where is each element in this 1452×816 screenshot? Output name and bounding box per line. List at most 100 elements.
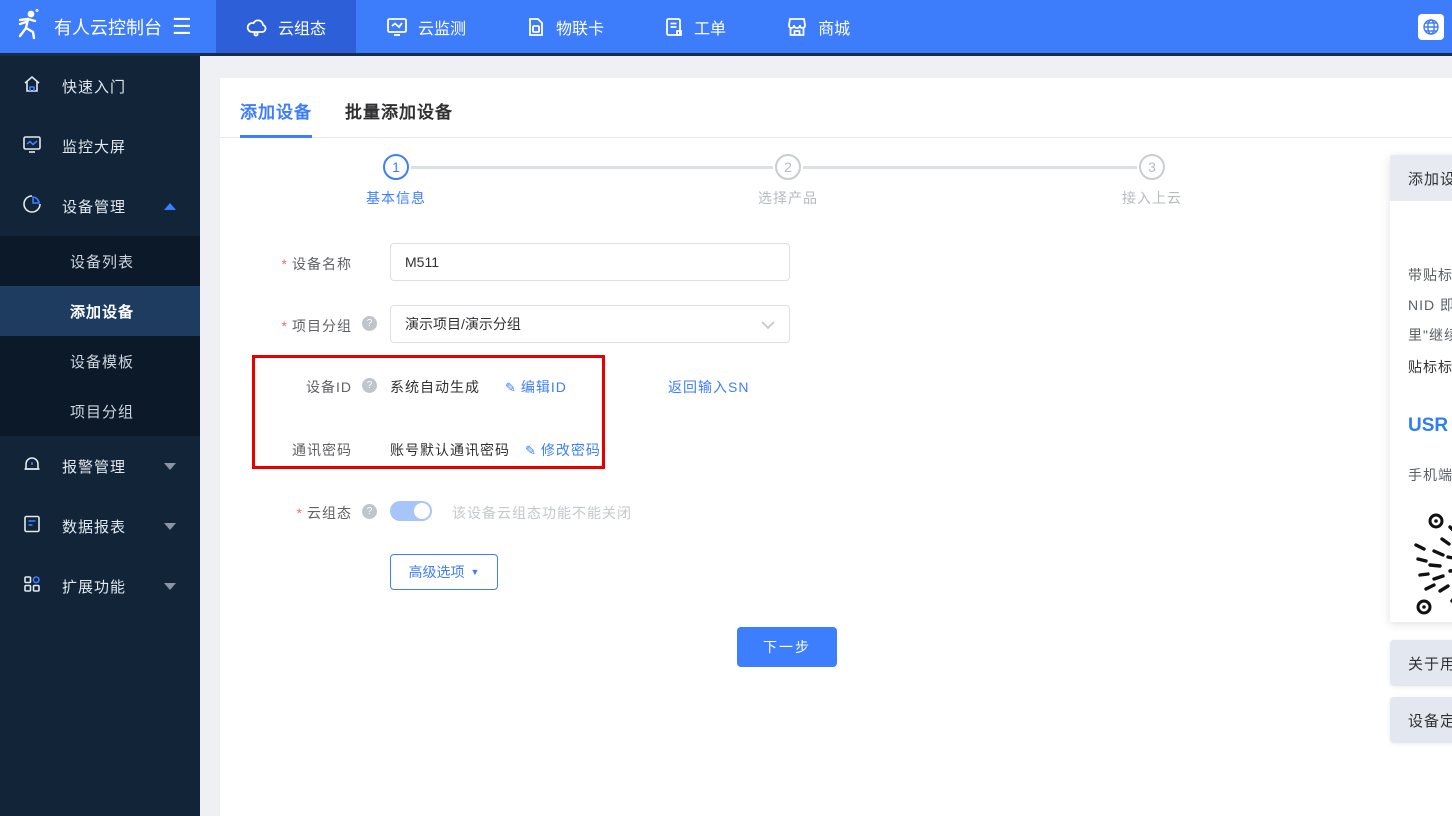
nav-tab-label: 工单: [694, 15, 726, 39]
cloud-config-label: *云组态: [220, 503, 352, 523]
nav-tab-work-order[interactable]: 工单: [634, 0, 756, 53]
usr-cloud-console: { "topnav": { "brand": "有人云控制台", "tabs":…: [0, 0, 1452, 816]
sidebar-subitem-label: 设备模板: [70, 351, 134, 372]
help-panel: 添加设备 带贴标的 NID 即可 里"继续 贴标标识 USR C 手机端扫: [1390, 155, 1452, 622]
sidebar: 快速入门 监控大屏 设备管理 设备列表 添加设备 设备模板: [0, 56, 200, 816]
required-mark: *: [282, 318, 288, 334]
step-connector: [411, 166, 773, 169]
sidebar-subitem-label: 添加设备: [70, 301, 134, 322]
sidebar-item-alarm-management[interactable]: 报警管理: [0, 436, 200, 496]
home-icon: [22, 74, 42, 98]
cloud-config-hint: 该设备云组态功能不能关闭: [452, 503, 632, 523]
add-device-page: 添加设备 批量添加设备 1 2 3 基本信息 选择产品 接入上云 *设备名称 *…: [220, 78, 1452, 816]
sidebar-item-label: 设备管理: [62, 196, 126, 217]
sidebar-subitem-device-template[interactable]: 设备模板: [0, 336, 200, 386]
device-management-submenu: 设备列表 添加设备 设备模板 项目分组: [0, 236, 200, 436]
chevron-up-icon: [164, 203, 176, 210]
change-password-link[interactable]: ✎修改密码: [525, 440, 601, 460]
language-globe-icon[interactable]: [1418, 14, 1444, 40]
active-tab-underline: [240, 135, 312, 138]
sidebar-subitem-project-group[interactable]: 项目分组: [0, 386, 200, 436]
top-nav-tabs: 云组态 云监测 物联卡: [216, 0, 880, 53]
tab-batch-add-device[interactable]: 批量添加设备: [345, 98, 453, 123]
advanced-options-button[interactable]: 高级选项 ▼: [390, 554, 498, 590]
step-2-circle: 2: [775, 154, 801, 180]
sidebar-item-label: 扩展功能: [62, 576, 126, 597]
nav-tab-label: 云监测: [418, 15, 466, 39]
qr-code: [1406, 499, 1452, 622]
sidebar-subitem-add-device[interactable]: 添加设备: [0, 286, 200, 336]
cloud-config-toggle[interactable]: [390, 501, 432, 521]
nav-tab-cloud-monitor[interactable]: 云监测: [356, 0, 496, 53]
required-mark: *: [297, 505, 303, 521]
comm-password-value: 账号默认通讯密码: [390, 440, 510, 460]
nav-tab-cloud-scada[interactable]: 云组态: [216, 0, 356, 53]
mobile-scan-text: 手机端扫: [1408, 465, 1452, 485]
sidebar-item-extended-functions[interactable]: 扩展功能: [0, 556, 200, 616]
project-group-select[interactable]: 演示项目/演示分组: [390, 305, 790, 343]
sidebar-subitem-label: 设备列表: [70, 251, 134, 272]
sidebar-item-device-management[interactable]: 设备管理: [0, 176, 200, 236]
device-locate-link[interactable]: 设备定位: [1390, 697, 1452, 743]
help-icon[interactable]: ?: [362, 504, 377, 519]
device-id-label: 设备ID: [220, 377, 352, 397]
report-document-icon: [22, 514, 42, 538]
help-text-line: NID 即可: [1408, 295, 1452, 315]
edit-icon: ✎: [505, 380, 517, 395]
grid-apps-icon: [22, 574, 42, 598]
step-3-label: 接入上云: [1082, 188, 1222, 208]
nav-tab-label: 云组态: [278, 15, 326, 39]
nav-tab-iot-card[interactable]: 物联卡: [496, 0, 634, 53]
step-connector: [803, 166, 1137, 169]
usr-highlight-text: USR C: [1408, 415, 1452, 437]
about-user-link[interactable]: 关于用户: [1390, 640, 1452, 686]
chevron-down-icon: [164, 463, 176, 470]
step-1-label: 基本信息: [326, 188, 466, 208]
help-panel-title: 添加设备: [1390, 155, 1452, 201]
device-name-input[interactable]: [390, 243, 790, 281]
work-order-icon: [664, 17, 684, 37]
help-icon[interactable]: ?: [362, 378, 377, 393]
chevron-down-icon: [164, 523, 176, 530]
back-to-sn-link[interactable]: 返回输入SN: [668, 377, 749, 397]
project-group-label: *项目分组: [220, 316, 352, 336]
caret-down-icon: ▼: [471, 567, 480, 577]
sidebar-item-data-report[interactable]: 数据报表: [0, 496, 200, 556]
step-2-label: 选择产品: [718, 188, 858, 208]
project-group-value: 演示项目/演示分组: [405, 314, 521, 334]
sidebar-subitem-label: 项目分组: [70, 401, 134, 422]
help-subtitle: 贴标标识: [1408, 357, 1452, 377]
brand[interactable]: 有人云控制台 ☰: [0, 0, 200, 53]
sidebar-item-monitor-screen[interactable]: 监控大屏: [0, 116, 200, 176]
alarm-bell-icon: [22, 454, 42, 478]
top-navbar: 有人云控制台 ☰ 云组态 云监测: [0, 0, 1452, 56]
nav-tab-mall[interactable]: 商城: [756, 0, 880, 53]
big-screen-icon: [22, 134, 42, 158]
edit-id-link[interactable]: ✎编辑ID: [505, 377, 567, 397]
sidebar-subitem-device-list[interactable]: 设备列表: [0, 236, 200, 286]
sidebar-item-label: 报警管理: [62, 456, 126, 477]
sidebar-item-label: 监控大屏: [62, 136, 126, 157]
sidebar-item-label: 快速入门: [62, 76, 126, 97]
help-text-line: 带贴标的: [1408, 265, 1452, 285]
required-mark: *: [282, 256, 288, 272]
comm-password-label: 通讯密码: [220, 440, 352, 460]
console-title: 有人云控制台: [54, 14, 162, 40]
monitor-chart-icon: [386, 17, 408, 37]
sidebar-item-label: 数据报表: [62, 516, 126, 537]
help-icon[interactable]: ?: [362, 316, 377, 331]
storefront-icon: [786, 17, 808, 37]
sidebar-item-quick-start[interactable]: 快速入门: [0, 56, 200, 116]
tab-add-device[interactable]: 添加设备: [240, 98, 312, 123]
chevron-down-icon: [761, 316, 775, 332]
nav-right-tools: [1418, 14, 1444, 40]
cloud-icon: [246, 17, 268, 37]
hamburger-menu-icon[interactable]: ☰: [172, 16, 192, 38]
help-text-line: 里"继续: [1408, 325, 1452, 345]
step-3-circle: 3: [1139, 154, 1165, 180]
next-step-button[interactable]: 下一步: [737, 627, 837, 667]
pie-chart-icon: [22, 194, 42, 218]
toggle-knob: [414, 503, 430, 519]
device-id-value: 系统自动生成: [390, 377, 480, 397]
usr-person-logo-icon: [14, 8, 44, 45]
